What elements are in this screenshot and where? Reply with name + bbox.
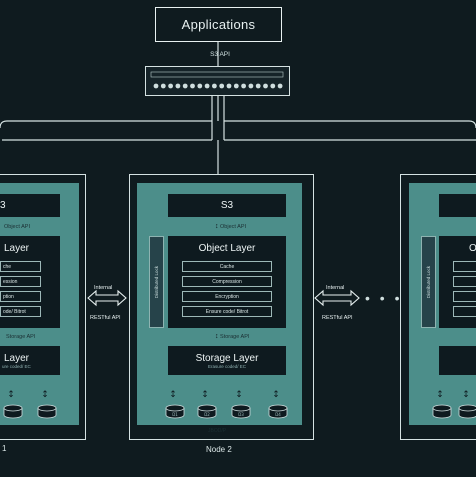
disk-top-icon xyxy=(165,404,185,412)
node-right-item-3 xyxy=(453,291,476,302)
disk-arrow-icon: ↕ xyxy=(436,390,444,400)
node-center-object-api-label: Object API xyxy=(220,224,247,230)
node-center-distributed-lock: Distributed Lock xyxy=(149,236,164,328)
disk-top-icon xyxy=(197,404,217,412)
switch-port-icon xyxy=(270,83,276,89)
node-center-name: Node 2 xyxy=(206,445,232,454)
disk-top-icon xyxy=(231,404,251,412)
node-center-storage-layer-sub: Erasure coded/ EC xyxy=(207,363,247,369)
node-left-storage-layer-title: Layer xyxy=(4,352,30,364)
node-center-item-cache: Cache xyxy=(182,261,272,272)
node-left-s3-label: 3 xyxy=(0,200,6,211)
switch-port-icon xyxy=(226,83,232,89)
disk-label: D3 xyxy=(238,412,244,417)
node-right-storage-layer xyxy=(439,346,476,375)
disk-label: D2 xyxy=(204,412,210,417)
switch-ports-icon xyxy=(150,71,284,89)
node-center-item-ensure-code: Ensure code/ Bitrot xyxy=(182,306,272,317)
node-left-storage-api-label: Storage API xyxy=(6,334,36,340)
node-right-s3-box xyxy=(439,194,476,217)
disk-top-icon xyxy=(458,404,476,412)
switch-port-icon xyxy=(160,83,166,89)
switch-port-icon xyxy=(153,83,159,89)
node-right-object-layer-title: Ob xyxy=(469,243,476,254)
node-right-distributed-lock: Distributed Lock xyxy=(421,236,436,328)
connector-right-internal: Internal xyxy=(326,285,345,291)
disk-arrow-icon: ↕ xyxy=(462,390,470,400)
node-left-s3-box: 3 xyxy=(0,194,60,217)
node-center-storage-layer: Storage Layer Erasure coded/ EC xyxy=(168,346,286,375)
disk-arrow-icon: ↕ xyxy=(169,390,177,400)
node-center-storage-layer-title: Storage Layer xyxy=(195,352,259,364)
disk-arrow-icon: ↕ xyxy=(272,390,280,400)
disk-arrow-icon: ↕ xyxy=(235,390,243,400)
disk-arrow-icon: ↕ xyxy=(41,390,49,400)
disk-top-icon xyxy=(268,404,288,412)
node-right-item-1 xyxy=(453,261,476,272)
switch-port-icon xyxy=(204,83,210,89)
node-left-disks: ↕ ↕ xyxy=(3,390,57,419)
switch-port-icon xyxy=(190,83,195,89)
disk-arrow-icon: ↕ xyxy=(201,390,209,400)
switch-port-icon xyxy=(168,83,173,89)
switch-port-icon xyxy=(263,83,268,89)
node-left-item-encryption: ption xyxy=(0,291,41,302)
node-right-distributed-lock-label: Distributed Lock xyxy=(426,265,431,299)
more-nodes-ellipsis: • • • xyxy=(365,290,403,306)
node-left-name: 1 xyxy=(2,444,7,453)
node-center-distributed-lock-label: Distributed Lock xyxy=(154,265,159,299)
network-switch xyxy=(145,66,290,96)
node-center-item-encryption: Encryption xyxy=(182,291,272,302)
node-left-item-cache: che xyxy=(0,261,41,272)
switch-port-icon xyxy=(255,83,261,89)
switch-port-icon xyxy=(182,83,188,89)
disk-arrow-icon: ↕ xyxy=(7,390,15,400)
node-center-s3-label: S3 xyxy=(220,200,234,211)
connector-left-internal: Internal xyxy=(94,285,113,291)
switch-port-icon xyxy=(241,83,246,89)
node-left-storage-layer-sub: ure coded/ EC xyxy=(2,363,31,369)
node-center-storage-api: ↕ Storage API xyxy=(215,333,250,340)
s3-api-label: S3 API xyxy=(210,51,230,58)
disk-top-icon xyxy=(37,404,57,412)
node-right-item-2 xyxy=(453,276,476,287)
node-center-item-compression: Compression xyxy=(182,276,272,287)
switch-port-icon xyxy=(175,83,181,89)
node-left-object-api-label: Object API xyxy=(4,224,30,230)
switch-port-icon xyxy=(197,83,203,89)
double-arrow-right xyxy=(314,289,360,307)
switch-port-icon xyxy=(277,83,283,89)
switch-port-icon xyxy=(219,83,225,89)
switch-port-icon xyxy=(248,83,254,89)
disk-top-icon xyxy=(3,404,23,412)
switch-port-icon xyxy=(212,83,217,89)
disk-label: D1 xyxy=(172,412,178,417)
node-center-storage-api-label: Storage API xyxy=(220,334,250,340)
disk-label: D4 xyxy=(275,412,281,417)
node-center-jbod-label: JBOD/P xyxy=(208,428,227,434)
node-center-s3-box: S3 xyxy=(168,194,286,217)
node-left-item-compression: ession xyxy=(0,276,41,287)
connector-left-restful: RESTful API xyxy=(90,315,121,321)
switch-port-icon xyxy=(233,83,239,89)
node-right-disks: ↕ ↕ xyxy=(432,390,476,419)
node-left-object-layer-title: Layer xyxy=(4,243,30,254)
node-center-object-layer-title: Object Layer xyxy=(198,243,256,254)
node-center-object-api: ↕ Object API xyxy=(215,223,247,230)
node-left-storage-layer: Layer ure coded/ EC xyxy=(0,346,60,375)
node-left-item-ensure-code: ode/ Bitrot xyxy=(0,306,41,317)
node-center-disks: ↕ D1 ↕ D2 ↕ D3 ↕ D4 xyxy=(165,390,288,419)
disk-top-icon xyxy=(432,404,452,412)
connector-right-restful: RESTful API xyxy=(322,315,353,321)
double-arrow-left xyxy=(87,289,127,307)
node-right-item-4 xyxy=(453,306,476,317)
